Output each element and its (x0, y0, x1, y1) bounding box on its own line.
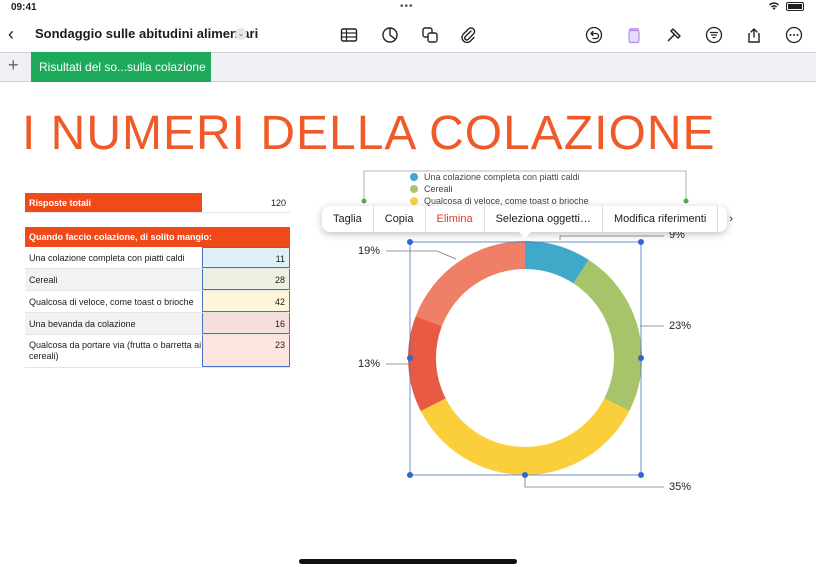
slice-label: 35% (669, 481, 692, 493)
slice-label: 23% (669, 320, 692, 332)
menu-item-cut[interactable]: Taglia (322, 206, 374, 232)
donut-chart[interactable] (0, 0, 816, 567)
menu-item-select-objects[interactable]: Seleziona oggetti… (485, 206, 603, 232)
donut-slice-1[interactable] (573, 259, 642, 412)
home-indicator[interactable] (299, 559, 517, 564)
slice-label: 13% (358, 358, 381, 370)
menu-item-edit-references[interactable]: Modifica riferimenti (603, 206, 719, 232)
menu-item-copy[interactable]: Copia (374, 206, 426, 232)
donut-slice-2[interactable] (420, 398, 630, 476)
donut-slice-4[interactable] (415, 241, 525, 327)
context-menu[interactable]: Taglia Copia Elimina Seleziona oggetti… … (322, 206, 733, 232)
menu-more-button[interactable]: › (718, 206, 744, 232)
slice-label: 19% (358, 245, 381, 257)
menu-item-delete[interactable]: Elimina (426, 206, 485, 232)
menu-pointer (518, 231, 532, 238)
donut-slice-3[interactable] (408, 316, 446, 412)
